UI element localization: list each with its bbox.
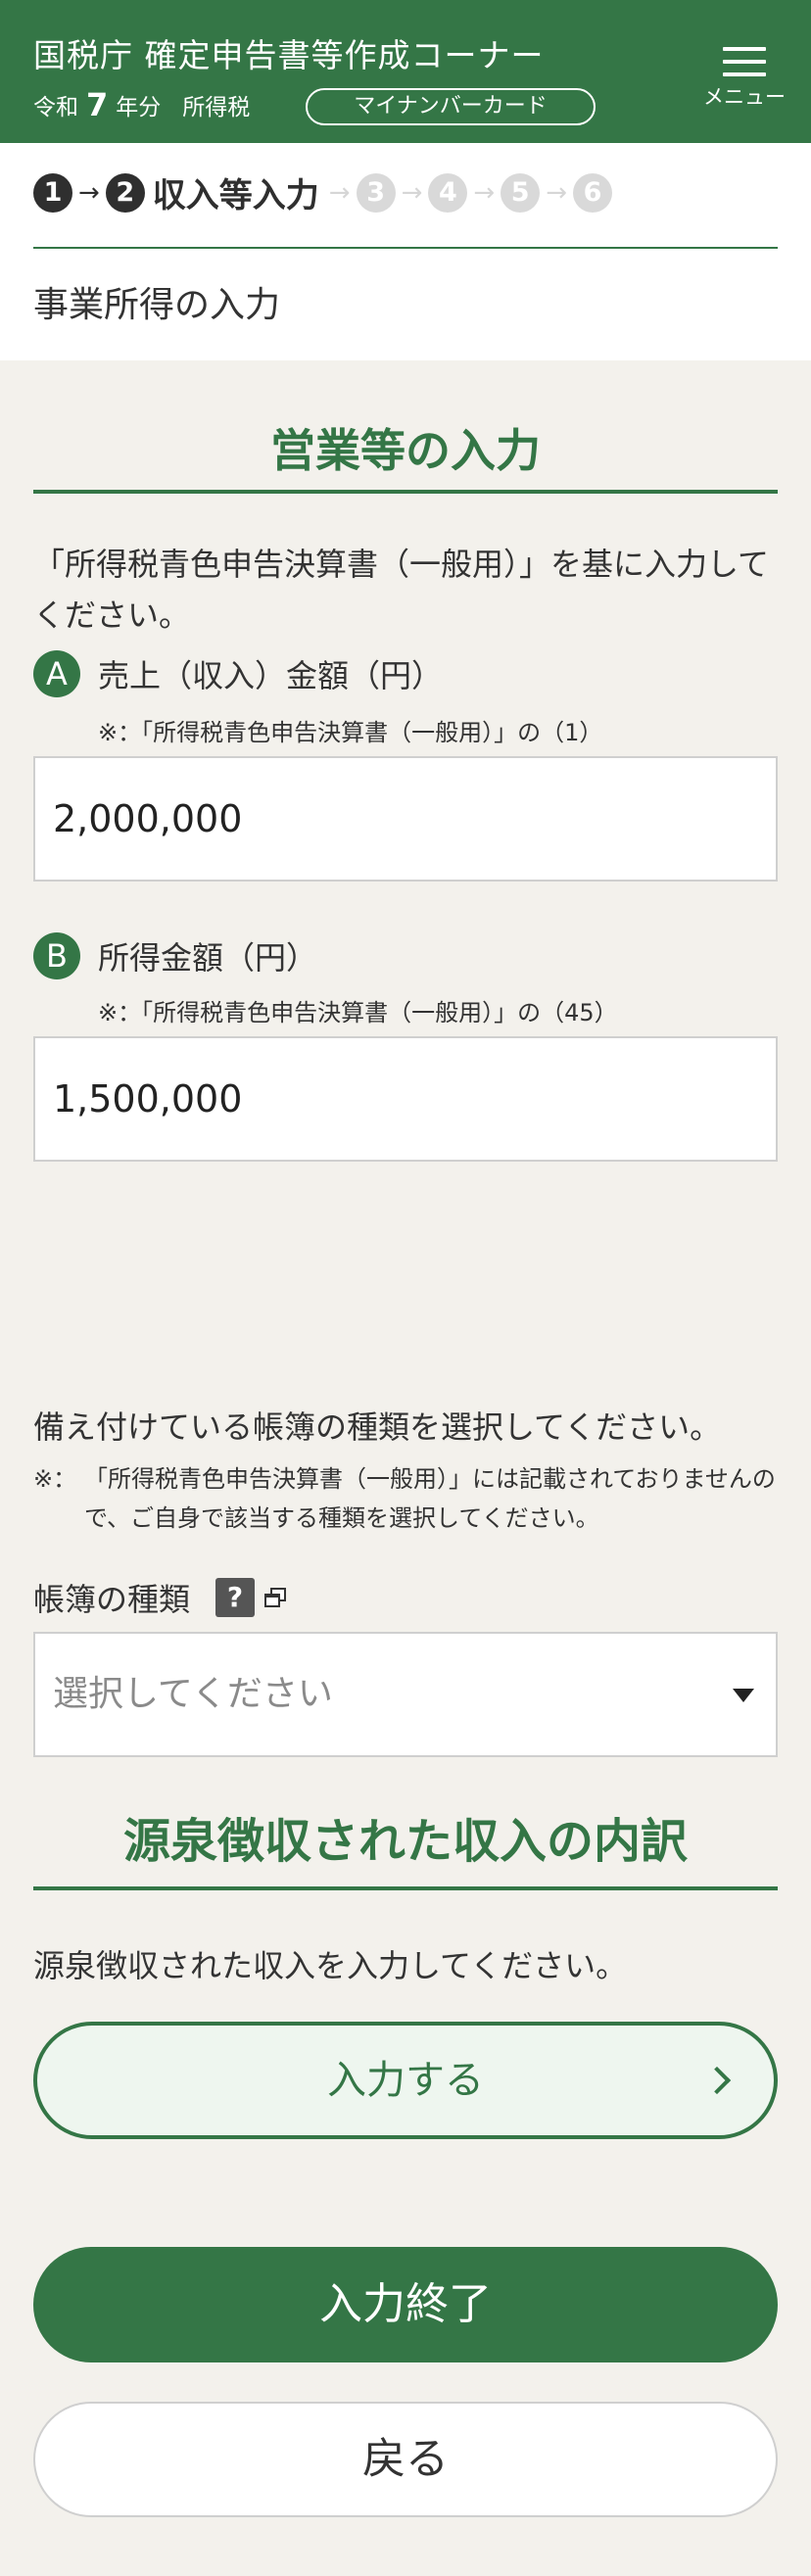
current-step-label: 収入等入力 [152, 176, 319, 215]
step-arrow-icon: → [473, 177, 496, 208]
ledger-instruction: 備え付けている帳簿の種類を選択してください。 [33, 1408, 722, 1446]
sales-amount-label-text: 売上（収入）金額（円） [98, 657, 444, 694]
mynumber-card-button[interactable]: マイナンバーカード [306, 88, 596, 125]
chevron-right-icon [702, 2066, 732, 2095]
badge-b: B [33, 932, 80, 979]
era-label: 令和 [33, 95, 78, 120]
page-title: 事業所得の入力 [33, 285, 281, 325]
step-panel: 1 → 2 収入等入力 → 3 → 4 → 5 → 6 事業所得の入力 [0, 143, 811, 360]
income-amount-label: B 所得金額（円） [33, 932, 317, 979]
app-title: 国税庁 確定申告書等作成コーナー [33, 36, 545, 74]
ledger-type-label-text: 帳簿の種類 [33, 1581, 191, 1618]
sales-amount-note: ※：「所得税青色申告決算書（一般用）」の（1） [98, 719, 603, 746]
dropdown-caret-icon [733, 1689, 754, 1702]
back-button[interactable]: 戻る [33, 2402, 778, 2517]
income-amount-label-text: 所得金額（円） [98, 939, 318, 977]
withholding-text: 源泉徴収された収入を入力してください。 [33, 1947, 628, 1984]
withholding-section-heading: 源泉徴収された収入の内訳 [33, 1802, 778, 1890]
ledger-note-text: 「所得税青色申告決算書（一般用）」には記載されておりませんので、ご自身で該当する… [84, 1465, 776, 1532]
year-suffix: 年分 [116, 95, 162, 120]
enter-withholding-button[interactable]: 入力する [33, 2022, 778, 2139]
enter-button-label: 入力する [327, 2058, 484, 2103]
step-arrow-icon: → [328, 177, 351, 208]
ledger-note: ※： 「所得税青色申告決算書（一般用）」には記載されておりませんので、ご自身で該… [33, 1459, 787, 1538]
income-amount-input[interactable]: 1,500,000 [33, 1036, 778, 1162]
step-3: 3 [356, 172, 396, 213]
finish-input-button[interactable]: 入力終了 [33, 2247, 778, 2362]
income-amount-note: ※：「所得税青色申告決算書（一般用）」の（45） [98, 999, 618, 1026]
business-section-heading: 営業等の入力 [33, 415, 778, 494]
business-intro-text: 「所得税青色申告決算書（一般用）」を基に入力してください。 [33, 546, 770, 634]
step-6: 6 [572, 172, 612, 213]
new-window-icon[interactable] [264, 1588, 287, 1607]
note-mark: ※： [33, 1465, 77, 1493]
menu-label: メニュー [703, 85, 786, 109]
step-arrow-icon: → [401, 177, 423, 208]
menu-button[interactable]: メニュー [695, 47, 793, 125]
step-5: 5 [501, 172, 541, 213]
tax-year-number: 7 [86, 86, 109, 123]
ledger-type-label: 帳簿の種類 ? [33, 1575, 287, 1620]
app-header: 国税庁 確定申告書等作成コーナー 令和 7 年分 所得税 マイナンバーカード メ… [0, 0, 811, 143]
step-1: 1 [33, 172, 72, 213]
sales-amount-input[interactable]: 2,000,000 [33, 756, 778, 882]
divider [33, 247, 778, 249]
step-4: 4 [428, 172, 468, 213]
sales-amount-label: A 売上（収入）金額（円） [33, 650, 443, 697]
step-2-current: 2 [105, 172, 145, 213]
select-placeholder: 選択してください [53, 1674, 333, 1714]
step-arrow-icon: → [546, 177, 567, 208]
help-icon[interactable]: ? [215, 1578, 256, 1617]
ledger-type-select[interactable]: 選択してください [33, 1632, 778, 1757]
hamburger-icon [723, 47, 766, 76]
tax-type-label: 所得税 [182, 95, 251, 120]
tax-year-info: 令和 7 年分 所得税 [33, 86, 250, 123]
badge-a: A [33, 650, 80, 697]
step-indicator: 1 → 2 収入等入力 → 3 → 4 → 5 → 6 [33, 168, 612, 216]
step-arrow-icon: → [78, 177, 100, 208]
